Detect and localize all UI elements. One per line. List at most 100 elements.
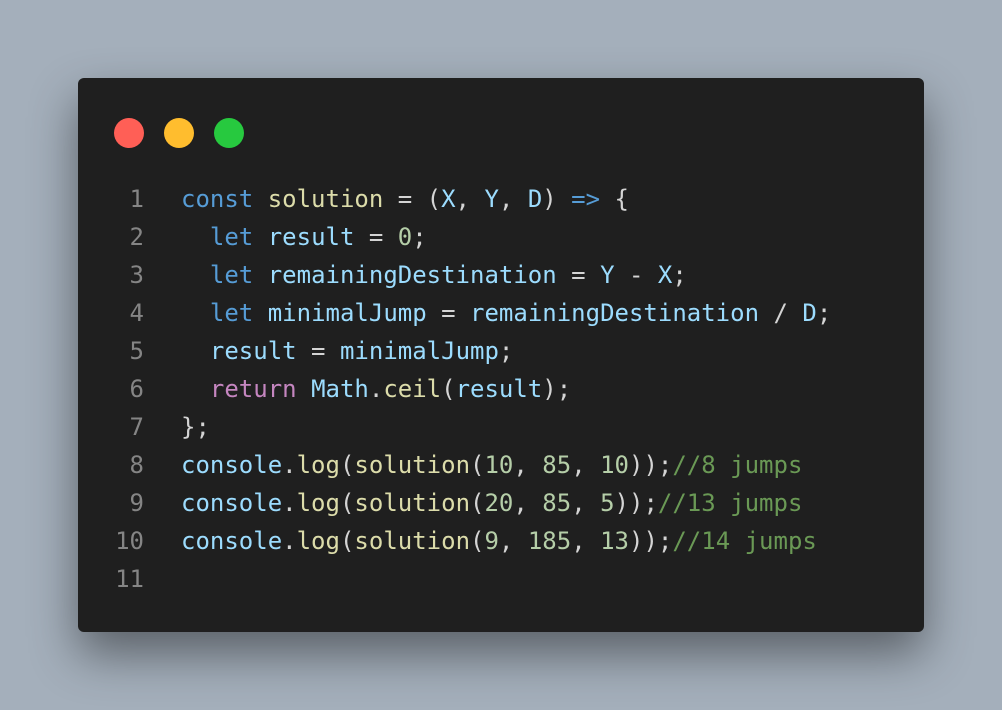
code-token: 5 — [600, 489, 615, 517]
code-line: 8 console.log(solution(10, 85, 10));//8 j… — [78, 446, 924, 484]
code-token: ( — [339, 527, 355, 555]
code-token: return — [209, 375, 297, 403]
code-token: //14 jumps — [672, 527, 817, 555]
code-token: ( — [470, 451, 485, 479]
code-token: ) — [542, 185, 572, 213]
code-editor[interactable]: 1 const solution = (X, Y, D) => {2 let re… — [78, 180, 924, 598]
code-line: 7}; — [78, 408, 924, 446]
code-token: => — [571, 185, 601, 213]
code-line: 6 return Math.ceil(result); — [78, 370, 924, 408]
code-token: )); — [614, 489, 658, 517]
code-line: 10 console.log(solution(9, 185, 13));//14… — [78, 522, 924, 560]
code-token: //13 jumps — [657, 489, 803, 517]
code-token: Y — [600, 261, 615, 289]
code-token: ; — [412, 223, 427, 251]
line-number: 2 — [129, 223, 144, 251]
code-line: 11 — [78, 560, 924, 598]
line-number: 10 — [115, 527, 144, 555]
code-token: solution — [267, 185, 384, 213]
code-token: solution — [354, 527, 471, 555]
code-token: / — [759, 299, 803, 327]
code-token: 85 — [542, 451, 572, 479]
close-dot-icon[interactable] — [114, 118, 144, 148]
code-token: = — [354, 223, 398, 251]
line-source: console.log(solution(10, 85, 10));//8 ju… — [181, 446, 802, 484]
code-token: X — [657, 261, 673, 289]
code-token: let — [209, 223, 254, 251]
minimize-dot-icon[interactable] — [164, 118, 194, 148]
code-token: console — [181, 451, 283, 479]
line-number: 8 — [129, 451, 144, 479]
code-token: Math — [311, 375, 369, 403]
code-token: , — [498, 527, 528, 555]
code-token: ( — [470, 489, 485, 517]
code-line: 2 let result = 0; — [78, 218, 924, 256]
code-token: 185 — [527, 527, 572, 555]
code-token: remainingDestination — [267, 261, 557, 289]
code-token: = — [556, 261, 601, 289]
code-token: const — [181, 185, 254, 213]
code-line: 4 let minimalJump = remainingDestination… — [78, 294, 924, 332]
code-window: 1 const solution = (X, Y, D) => {2 let re… — [78, 78, 924, 632]
code-token: = ( — [383, 185, 442, 213]
maximize-dot-icon[interactable] — [214, 118, 244, 148]
line-number: 3 — [129, 261, 144, 289]
code-token: solution — [354, 451, 471, 479]
line-source: console.log(solution(20, 85, 5));//13 ju… — [181, 484, 802, 522]
code-token: 13 — [600, 527, 629, 555]
line-source: let result = 0; — [181, 218, 427, 256]
line-number: 11 — [115, 565, 144, 593]
code-token: ); — [542, 375, 572, 403]
code-token: ( — [339, 451, 355, 479]
code-token: 10 — [600, 451, 629, 479]
code-token: , — [571, 489, 601, 517]
line-source: let minimalJump = remainingDestination /… — [181, 294, 831, 332]
code-token: X — [441, 185, 456, 213]
code-token: )); — [629, 451, 673, 479]
line-source: let remainingDestination = Y - X; — [181, 256, 687, 294]
code-token: let — [209, 261, 254, 289]
code-token: console — [181, 489, 283, 517]
code-token: D — [527, 185, 543, 213]
code-token: ; — [816, 299, 832, 327]
code-token: , — [455, 185, 485, 213]
code-token: 9 — [484, 527, 499, 555]
code-line: 3 let remainingDestination = Y - X; — [78, 256, 924, 294]
code-token: ( — [441, 375, 456, 403]
code-token: result — [209, 337, 297, 365]
line-number: 6 — [129, 375, 144, 403]
code-token: ; — [498, 337, 514, 365]
code-token: . — [282, 451, 297, 479]
code-line: 5 result = minimalJump; — [78, 332, 924, 370]
code-token: result — [455, 375, 543, 403]
line-source: }; — [181, 408, 210, 446]
line-source: return Math.ceil(result); — [181, 370, 571, 408]
line-number: 1 — [129, 185, 144, 213]
code-token: D — [802, 299, 817, 327]
line-number: 9 — [129, 489, 144, 517]
code-token: 85 — [542, 489, 572, 517]
line-source: const solution = (X, Y, D) => { — [181, 180, 629, 218]
code-token: , — [513, 489, 543, 517]
code-token: let — [209, 299, 254, 327]
code-token: . — [282, 527, 297, 555]
code-token: ceil — [383, 375, 442, 403]
code-token: = — [296, 337, 340, 365]
code-token: remainingDestination — [470, 299, 760, 327]
code-token: 10 — [484, 451, 514, 479]
code-token: , — [498, 185, 528, 213]
line-source: result = minimalJump; — [181, 332, 513, 370]
code-token: , — [571, 527, 601, 555]
code-token: Y — [484, 185, 499, 213]
code-token: ; — [672, 261, 687, 289]
code-token: . — [282, 489, 297, 517]
code-token: console — [181, 527, 283, 555]
code-token: , — [571, 451, 601, 479]
